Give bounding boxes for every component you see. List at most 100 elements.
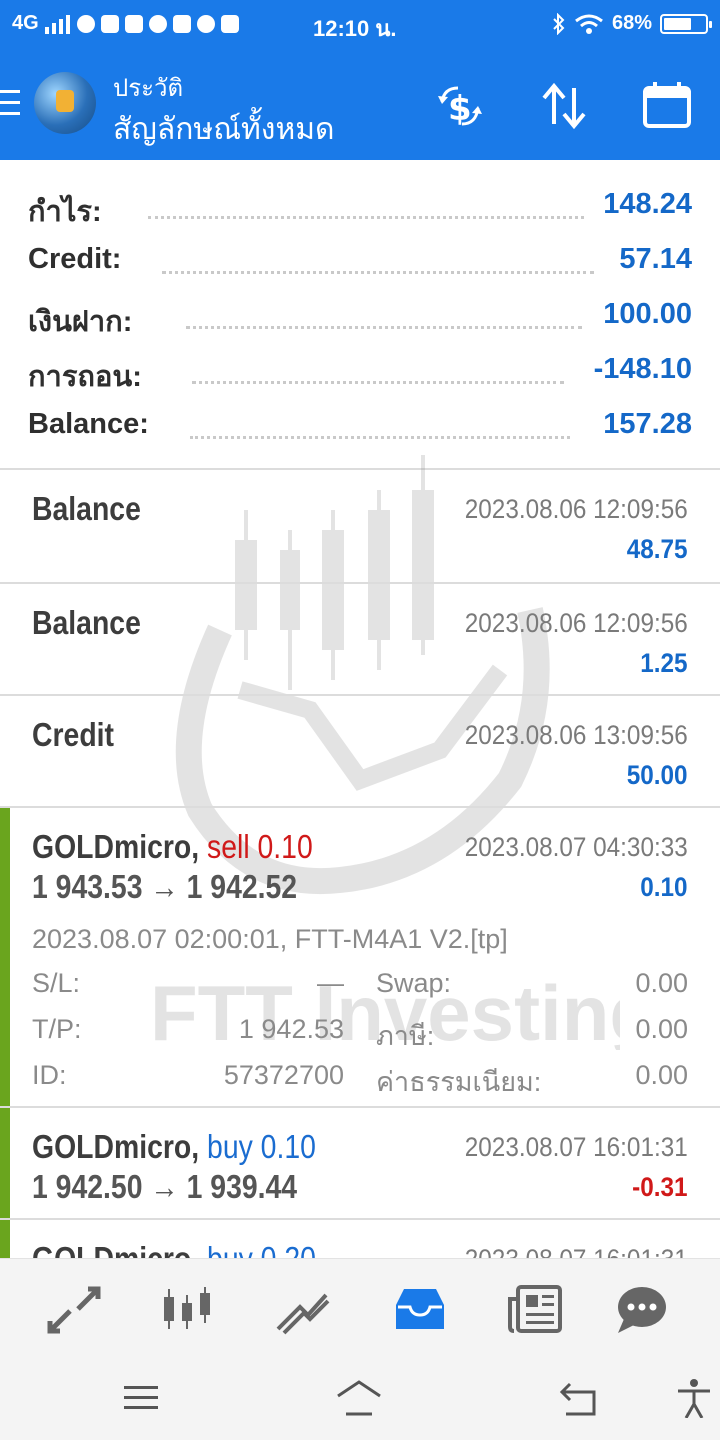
chat-icon[interactable] bbox=[612, 1283, 672, 1337]
deal-side-bar bbox=[0, 1108, 10, 1218]
deal-symbol: GOLDmicro, bbox=[32, 1128, 200, 1165]
deal-comment: 2023.08.07 02:00:01, FTT-M4A1 V2.[tp] bbox=[32, 924, 508, 954]
tax-label: ภาษี: bbox=[376, 1021, 435, 1051]
summary-value: 57.14 bbox=[619, 243, 692, 275]
compass-notification-icon bbox=[148, 14, 167, 33]
id-value: 57372700 bbox=[223, 1060, 344, 1090]
deal-title: GOLDmicro, buy 0.10 bbox=[32, 1128, 316, 1166]
swap-value: 0.00 bbox=[635, 968, 688, 998]
symbol-filter-title[interactable]: สัญลักษณ์ทั้งหมด bbox=[113, 106, 334, 153]
deal-prices: 1 942.50 → 1 939.44 bbox=[32, 1168, 298, 1205]
balance-operation-row[interactable]: Balance 2023.08.06 12:09:56 1.25 bbox=[0, 584, 720, 694]
dot-leader bbox=[162, 267, 594, 274]
youtube-notification-icon bbox=[220, 14, 239, 33]
sl-value: — bbox=[317, 968, 344, 998]
dot-leader bbox=[192, 377, 564, 384]
mail-notification-icon bbox=[124, 14, 143, 33]
deal-symbol: GOLDmicro, bbox=[32, 1240, 199, 1258]
summary-row-deposit: เงินฝาก: 100.00 bbox=[0, 288, 720, 343]
operation-time: 2023.08.06 13:09:56 bbox=[465, 720, 688, 750]
operation-time: 2023.08.06 12:09:56 bbox=[465, 494, 688, 524]
clock: 12:10 น. bbox=[313, 16, 397, 41]
deal-side-bar bbox=[0, 808, 10, 1106]
system-navigation-bar bbox=[0, 1358, 720, 1440]
summary-value: -148.10 bbox=[593, 353, 692, 385]
account-summary: กำไร: 148.24 Credit: 57.14 เงินฝาก: 100.… bbox=[0, 178, 720, 453]
deal-profit: 0.10 bbox=[640, 872, 688, 902]
deal-side: buy 0.20 bbox=[207, 1240, 316, 1258]
currency-exchange-icon[interactable]: $ bbox=[432, 80, 488, 132]
status-right: 68% bbox=[552, 12, 712, 35]
summary-row-withdrawal: การถอน: -148.10 bbox=[0, 343, 720, 398]
status-left: 4G bbox=[12, 12, 239, 35]
summary-label: Balance: bbox=[28, 408, 149, 440]
deal-side-bar bbox=[0, 1220, 10, 1258]
operation-amount: 50.00 bbox=[627, 760, 688, 790]
summary-row-profit: กำไร: 148.24 bbox=[0, 178, 720, 233]
calendar-icon[interactable] bbox=[640, 80, 696, 132]
deal-row[interactable]: GOLDmicro, buy 0.10 2023.08.07 16:01:31 … bbox=[0, 1108, 720, 1218]
operation-type: Balance bbox=[32, 490, 141, 527]
tax-value: 0.00 bbox=[635, 1014, 688, 1044]
tp-label: T/P: bbox=[32, 1014, 82, 1044]
deal-time: 2023.08.07 04:30:33 bbox=[465, 832, 688, 862]
summary-value: 100.00 bbox=[603, 298, 692, 330]
deal-symbol: GOLDmicro, bbox=[32, 828, 200, 865]
menu-icon[interactable] bbox=[0, 90, 20, 120]
chart-icon[interactable] bbox=[158, 1283, 218, 1337]
sort-icon[interactable] bbox=[536, 80, 592, 132]
app-logo[interactable] bbox=[34, 72, 96, 134]
summary-label: Credit: bbox=[28, 243, 122, 275]
credit-operation-row[interactable]: Credit 2023.08.06 13:09:56 50.00 bbox=[0, 696, 720, 806]
deal-title: GOLDmicro, sell 0.10 bbox=[32, 828, 313, 866]
deal-profit: -0.31 bbox=[632, 1172, 688, 1202]
summary-label: เงินฝาก: bbox=[28, 306, 133, 338]
operation-time: 2023.08.06 12:09:56 bbox=[465, 608, 688, 638]
deal-title: GOLDmicro, buy 0.20 bbox=[32, 1240, 316, 1258]
signal-icon bbox=[44, 14, 70, 34]
deal-time: 2023.08.07 16:01:31 bbox=[465, 1244, 688, 1258]
summary-label: การถอน: bbox=[28, 361, 142, 393]
dot-leader bbox=[190, 432, 570, 439]
back-icon[interactable] bbox=[554, 1378, 604, 1418]
summary-value: 148.24 bbox=[603, 188, 692, 220]
operation-amount: 1.25 bbox=[640, 648, 688, 678]
deal-row-expanded[interactable]: GOLDmicro, sell 0.10 2023.08.07 04:30:33… bbox=[0, 808, 720, 1106]
deal-side: sell 0.10 bbox=[207, 828, 313, 865]
news-icon[interactable] bbox=[506, 1283, 566, 1337]
dot-leader bbox=[186, 322, 582, 329]
quotes-icon[interactable] bbox=[44, 1283, 104, 1337]
summary-row-credit: Credit: 57.14 bbox=[0, 233, 720, 288]
id-label: ID: bbox=[32, 1060, 67, 1090]
swap-label: Swap: bbox=[376, 968, 452, 998]
summary-value: 157.28 bbox=[603, 408, 692, 440]
page-subtitle: ประวัติ bbox=[113, 75, 184, 102]
accessibility-icon[interactable] bbox=[672, 1378, 716, 1419]
battery-percent: 68% bbox=[611, 12, 652, 34]
shield-notification-icon bbox=[100, 14, 119, 33]
deal-time: 2023.08.07 16:01:31 bbox=[465, 1132, 688, 1162]
deal-row[interactable]: GOLDmicro, buy 0.20 2023.08.07 16:01:31 bbox=[0, 1220, 720, 1258]
chat-notification-icon bbox=[76, 14, 95, 33]
commission-label: ค่าธรรมเนียม: bbox=[376, 1067, 542, 1097]
summary-label: กำไร: bbox=[28, 196, 102, 228]
trade-icon[interactable] bbox=[272, 1283, 332, 1337]
recent-apps-icon[interactable] bbox=[116, 1378, 166, 1418]
balance-operation-row[interactable]: Balance 2023.08.06 12:09:56 48.75 bbox=[0, 470, 720, 582]
dot-leader bbox=[148, 212, 584, 219]
app-bar: ประวัติ สัญลักษณ์ทั้งหมด $ bbox=[0, 52, 720, 160]
deal-prices: 1 943.53 → 1 942.52 bbox=[32, 868, 298, 905]
deal-side: buy 0.10 bbox=[207, 1128, 316, 1165]
bluetooth-icon bbox=[553, 12, 565, 35]
image-notification-icon bbox=[172, 14, 191, 33]
commission-value: 0.00 bbox=[635, 1060, 688, 1090]
operation-type: Balance bbox=[32, 604, 141, 641]
home-icon[interactable] bbox=[334, 1378, 384, 1418]
tp-value: 1 942.53 bbox=[238, 1014, 344, 1044]
operation-type: Credit bbox=[32, 716, 114, 753]
network-type: 4G bbox=[12, 12, 39, 34]
sl-label: S/L: bbox=[32, 968, 81, 998]
history-icon[interactable] bbox=[390, 1283, 450, 1337]
bottom-tab-bar bbox=[0, 1258, 720, 1359]
wifi-icon bbox=[575, 14, 603, 34]
